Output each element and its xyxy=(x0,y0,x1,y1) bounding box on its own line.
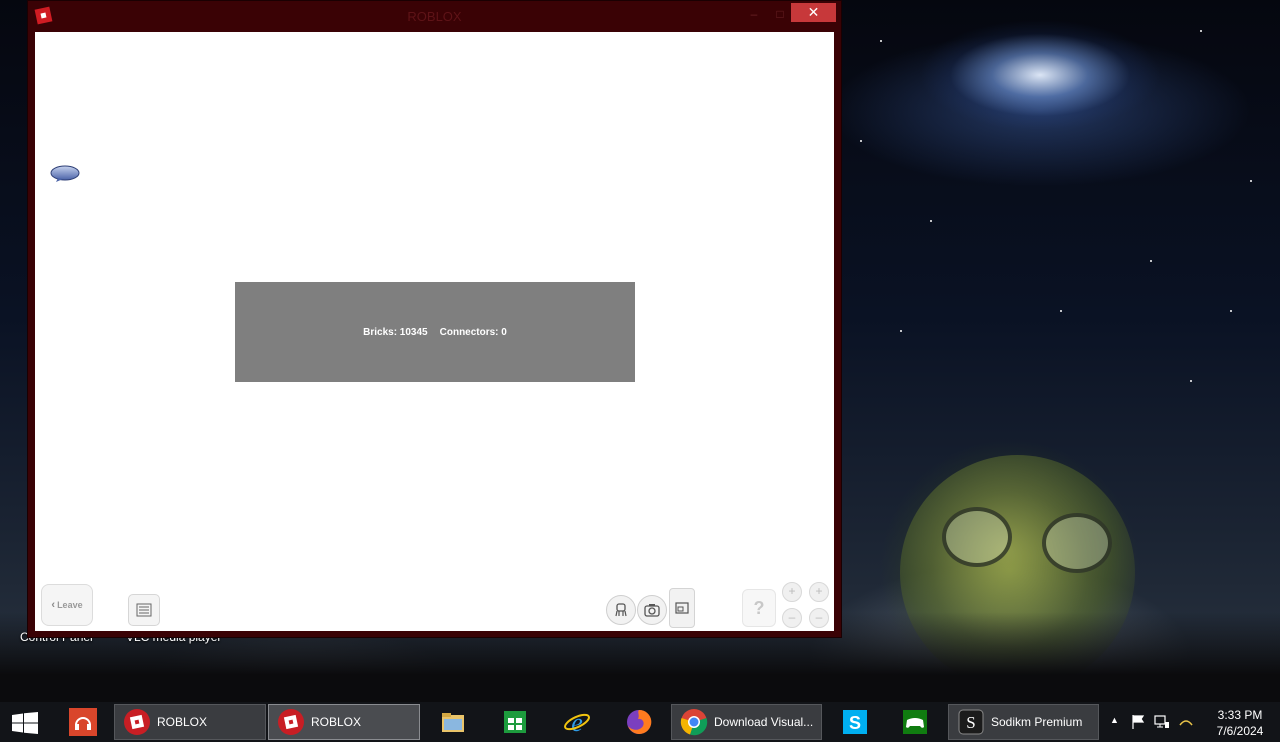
roblox-window: ROBLOX – □ ✕ Bricks: 10345 Connectors: 0… xyxy=(27,0,842,638)
video-record-icon xyxy=(675,602,689,614)
clock-date: 7/6/2024 xyxy=(1216,724,1264,738)
show-hidden-icons-icon[interactable]: ▲ xyxy=(1110,715,1119,725)
star xyxy=(1250,180,1252,182)
roblox-icon xyxy=(124,709,150,735)
chevron-left-icon: ‹ xyxy=(51,599,56,611)
taskbar-store[interactable] xyxy=(492,704,540,740)
taskbar-label: Download Visual... xyxy=(714,715,814,729)
star xyxy=(1060,310,1062,312)
taskbar-file-explorer[interactable] xyxy=(430,704,478,740)
maximize-button[interactable]: □ xyxy=(770,7,790,21)
minimize-button[interactable]: – xyxy=(744,7,764,21)
system-tray: ▲ xyxy=(1106,702,1206,742)
flag-icon[interactable] xyxy=(1130,714,1146,730)
window-title: ROBLOX xyxy=(407,9,462,24)
headphones-icon xyxy=(69,708,97,736)
firefox-icon xyxy=(627,709,652,734)
camera-icon xyxy=(644,604,660,617)
stats-panel: Bricks: 10345 Connectors: 0 xyxy=(235,282,635,382)
games-icon xyxy=(903,710,927,734)
screenshot-button[interactable] xyxy=(637,595,667,625)
taskbar-label: Sodikm Premium xyxy=(991,715,1083,729)
store-icon xyxy=(504,711,526,733)
menu-list-icon xyxy=(136,603,152,617)
taskbar-sodikm[interactable]: S Sodikm Premium xyxy=(948,704,1099,740)
wifi-icon[interactable] xyxy=(1178,715,1194,729)
internet-explorer-icon: e xyxy=(564,708,590,736)
emote-button[interactable] xyxy=(606,595,636,625)
skype-icon: S xyxy=(843,710,867,734)
star xyxy=(860,140,862,142)
star xyxy=(1200,30,1202,32)
taskbar-roblox-1[interactable]: ROBLOX xyxy=(114,704,266,740)
taskbar-label: ROBLOX xyxy=(157,715,208,729)
connectors-count: Connectors: 0 xyxy=(439,326,507,338)
windows-start-icon[interactable] xyxy=(12,712,38,734)
settings-menu-button[interactable] xyxy=(128,594,160,626)
star xyxy=(1190,380,1192,382)
taskbar-games[interactable] xyxy=(892,704,940,740)
star xyxy=(930,220,932,222)
taskbar-firefox[interactable] xyxy=(616,704,664,740)
star xyxy=(900,330,902,332)
close-button[interactable]: ✕ xyxy=(791,3,836,22)
taskbar: ROBLOX ROBLOX e Download Visual... S S S… xyxy=(0,702,1280,742)
help-button[interactable]: ? xyxy=(742,589,776,627)
taskbar-chrome[interactable]: Download Visual... xyxy=(671,704,822,740)
chrome-icon xyxy=(680,709,708,736)
character-icon xyxy=(615,603,627,617)
leave-button[interactable]: ‹ Leave xyxy=(41,584,93,626)
taskbar-clock[interactable]: 3:33 PM 7/6/2024 xyxy=(1208,707,1272,739)
chat-icon[interactable] xyxy=(50,165,80,183)
star xyxy=(1230,310,1232,312)
taskbar-internet-explorer[interactable]: e xyxy=(554,704,602,740)
window-titlebar[interactable]: ROBLOX – □ ✕ xyxy=(28,1,841,31)
leave-label: Leave xyxy=(57,600,83,610)
camera-rotate-down-icon[interactable]: – xyxy=(809,608,829,628)
star xyxy=(880,40,882,42)
network-icon[interactable] xyxy=(1154,714,1170,730)
clock-time: 3:33 PM xyxy=(1217,708,1263,722)
sodikm-icon: S xyxy=(958,709,984,735)
roblox-icon xyxy=(278,709,304,735)
svg-text:S: S xyxy=(966,713,975,732)
game-viewport[interactable]: Bricks: 10345 Connectors: 0 ‹ Leave ? + … xyxy=(35,32,834,631)
taskbar-label: ROBLOX xyxy=(311,715,362,729)
taskbar-music-app[interactable] xyxy=(64,704,100,740)
camera-zoom-in-icon[interactable]: + xyxy=(782,582,802,602)
taskbar-roblox-2[interactable]: ROBLOX xyxy=(268,704,420,740)
smiley-eye xyxy=(1042,513,1112,573)
svg-text:e: e xyxy=(571,708,583,736)
camera-zoom-out-icon[interactable]: – xyxy=(782,608,802,628)
smiley-eye xyxy=(942,507,1012,567)
svg-text:S: S xyxy=(849,713,861,733)
camera-rotate-up-icon[interactable]: + xyxy=(809,582,829,602)
file-explorer-icon xyxy=(442,713,464,732)
record-button[interactable] xyxy=(669,588,695,628)
star xyxy=(1150,260,1152,262)
bricks-count: Bricks: 10345 xyxy=(363,326,428,338)
taskbar-skype[interactable]: S xyxy=(832,704,880,740)
